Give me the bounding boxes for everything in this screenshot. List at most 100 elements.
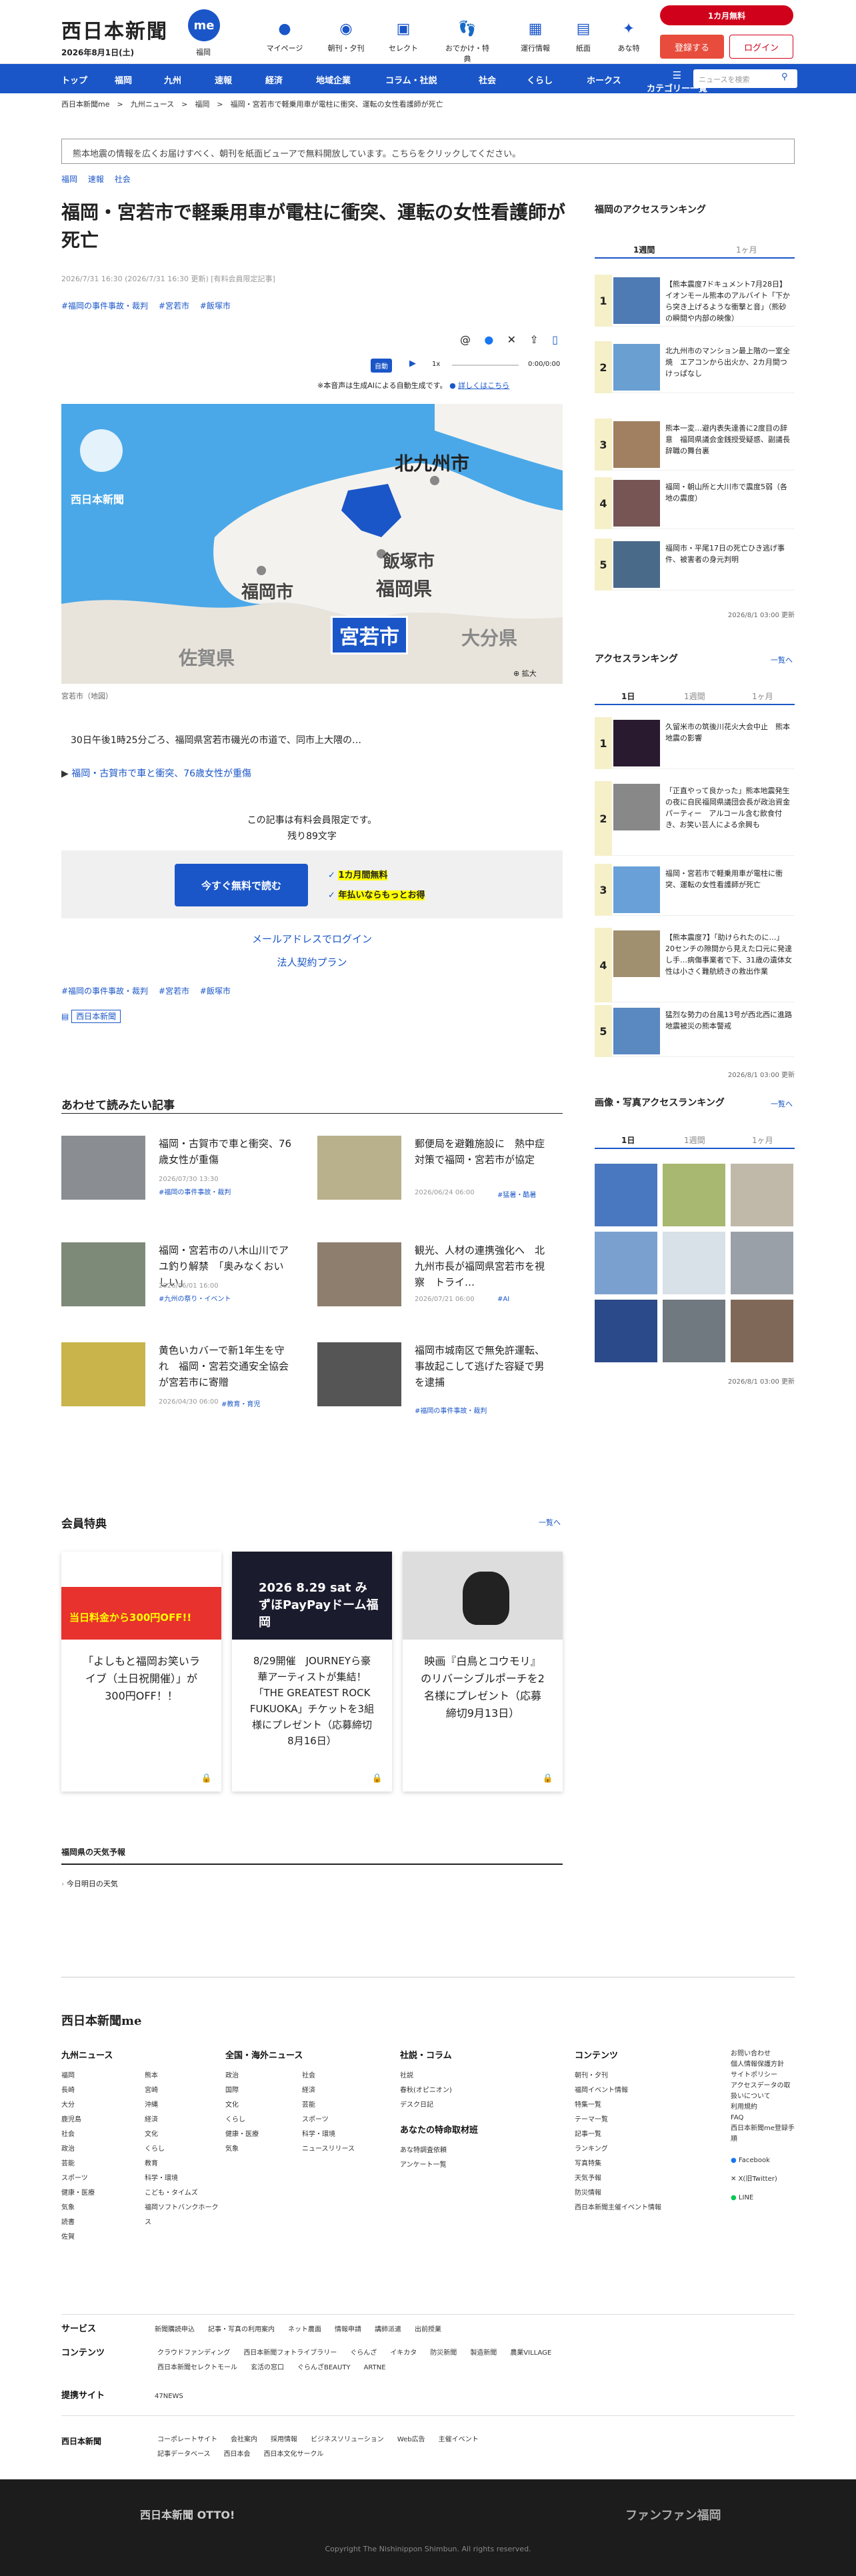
register-button[interactable]: 登録する xyxy=(660,35,724,59)
tab-day[interactable]: 1日 xyxy=(621,690,635,702)
hashtag[interactable]: #福岡の事件事故・裁判 xyxy=(61,301,148,311)
audio-details-link[interactable]: 詳しくはこちら xyxy=(458,381,509,390)
ranking-more-link[interactable]: 一覧へ xyxy=(771,654,793,665)
tab-month[interactable]: 1ヶ月 xyxy=(752,1134,773,1146)
ranking-item[interactable]: 3 福岡・宮若市で軽乗用車が電柱に衝突、運転の女性看護師が死亡 xyxy=(595,864,795,916)
speed[interactable]: 1x xyxy=(432,361,440,368)
footer-link[interactable]: Web広告 xyxy=(397,2433,425,2447)
footer-link[interactable]: こども・タイムズ xyxy=(145,2186,221,2201)
ranking-item[interactable]: 5 福岡市・平尾17日の死亡ひき逃げ事件、被害者の身元判明 xyxy=(595,539,795,591)
recommend-card[interactable]: 郵便局を避難施設に 熱中症対策で福岡・宮若市が協定 2026/06/24 06:0… xyxy=(317,1136,545,1200)
footer-link[interactable]: 健康・医療 xyxy=(225,2127,295,2142)
nav-item-top[interactable]: トップ xyxy=(61,73,87,86)
hashtag[interactable]: #飯塚市 xyxy=(200,301,231,311)
footer-link[interactable]: 製造新聞 xyxy=(470,2346,497,2361)
email-login-link[interactable]: メールアドレスでログイン xyxy=(61,932,563,946)
photo-thumb[interactable] xyxy=(663,1164,725,1226)
footer-link[interactable]: スポーツ xyxy=(302,2113,372,2127)
footer-link[interactable]: 防災新聞 xyxy=(430,2346,457,2361)
footer-link[interactable]: 主催イベント xyxy=(439,2433,479,2447)
footer-link[interactable]: 科学・環境 xyxy=(145,2171,221,2186)
footer-link[interactable]: ネット農面 xyxy=(288,2323,321,2337)
footer-link[interactable]: 西日本新聞フォトライブラリー xyxy=(243,2346,337,2361)
photo-more-link[interactable]: 一覧へ xyxy=(771,1098,793,1109)
footer-link[interactable]: 政治 xyxy=(61,2142,138,2157)
footer-link[interactable]: 沖縄 xyxy=(145,2098,221,2113)
footer-link[interactable]: 朝刊・夕刊 xyxy=(575,2069,708,2083)
footer-link[interactable]: 情報申請 xyxy=(335,2323,361,2337)
footer-link[interactable]: 福岡 xyxy=(61,2069,138,2083)
footer-link[interactable]: 特集一覧 xyxy=(575,2098,708,2113)
footer-link[interactable]: ぐらんざ xyxy=(350,2346,377,2361)
footer-link[interactable]: 個人情報保護方針 xyxy=(731,2059,795,2070)
tab-week[interactable]: 1週間 xyxy=(633,244,655,255)
select-link[interactable]: ▣ セレクト xyxy=(380,17,427,53)
corporate-plan-link[interactable]: 法人契約プラン xyxy=(61,955,563,969)
photo-thumb[interactable] xyxy=(731,1232,793,1294)
footer-link[interactable]: 記事一覧 xyxy=(575,2127,708,2142)
footer-link[interactable]: くらし xyxy=(145,2142,221,2157)
footer-link[interactable]: クラウドファンディング xyxy=(157,2346,230,2361)
benefit-card[interactable]: 当日料金から300円OFF!! 「よしもと福岡お笑いライブ（土日祝開催）」が300… xyxy=(61,1552,221,1792)
footer-link[interactable]: ランキング xyxy=(575,2142,708,2157)
footer-link[interactable]: スポーツ xyxy=(61,2171,138,2186)
footer-link[interactable]: 西日本会 xyxy=(224,2447,251,2462)
footer-link[interactable]: 芸能 xyxy=(61,2157,138,2171)
footer-link[interactable]: 西日本新聞主催イベント情報 xyxy=(575,2201,708,2215)
footer-link[interactable]: くらし xyxy=(225,2113,295,2127)
line-link[interactable]: ● LINE xyxy=(731,2189,795,2207)
footer-link[interactable]: 科学・環境 xyxy=(302,2127,372,2142)
transit-link[interactable]: ▦ 運行情報 xyxy=(512,17,559,53)
ranking-item[interactable]: 2 「正直やって良かった」熊本地震発生の夜に自民福岡県議団会長が政治資金パーティー… xyxy=(595,781,795,856)
mypage-link[interactable]: ● マイページ xyxy=(261,17,308,53)
progress-bar[interactable] xyxy=(452,365,519,366)
footer-link[interactable]: 佐賀 xyxy=(61,2230,138,2245)
footer-link[interactable]: 記事データベース xyxy=(157,2447,211,2462)
footer-link[interactable]: サイトポリシー xyxy=(731,2070,795,2081)
footer-link[interactable]: 社会 xyxy=(302,2069,372,2083)
facebook-link[interactable]: ● Facebook xyxy=(731,2151,795,2170)
paper-link[interactable]: ▤ 紙面 xyxy=(560,17,607,53)
footer-link[interactable]: 長崎 xyxy=(61,2083,138,2098)
footer-link[interactable]: 宮崎 xyxy=(145,2083,221,2098)
bookmark-icon[interactable]: ▯ xyxy=(552,333,558,346)
nav-item-life[interactable]: くらし xyxy=(527,73,553,86)
footer-link[interactable]: 天気予報 xyxy=(575,2171,708,2186)
nav-item-economy[interactable]: 経済 xyxy=(265,73,283,86)
footer-link[interactable]: 出前授業 xyxy=(415,2323,441,2337)
recommend-card[interactable]: 観光、人材の連携強化へ 北九州市長が福岡県宮若市を視察 トライ… 2026/07/… xyxy=(317,1242,545,1306)
ranking-item[interactable]: 1 【熊本震度7ドキュメント7月28日】イオンモール熊本のアルバイト「下から突き上… xyxy=(595,275,795,327)
footer-link[interactable]: 記事・写真の利用案内 xyxy=(208,2323,275,2337)
footer-link[interactable]: 文化 xyxy=(145,2127,221,2142)
audio-mode[interactable]: 自動 xyxy=(371,359,392,373)
tag-breaking[interactable]: 速報 xyxy=(88,175,104,184)
promo-banner[interactable]: 熊本地震の情報を広くお届けすべく、朝刊を紙面ビューアで無料開放しています。こちら… xyxy=(61,139,795,164)
photo-thumb[interactable] xyxy=(731,1300,793,1362)
share-icon[interactable]: ⇪ xyxy=(529,333,538,346)
tab-day[interactable]: 1日 xyxy=(621,1134,635,1146)
ranking-item[interactable]: 3 熊本一変…避内表失達善に2度目の辞意 福岡県議会金銭授受疑惑、副議長辞職の舞台… xyxy=(595,419,795,471)
hashtag[interactable]: #宮若市 xyxy=(159,986,189,996)
partner-link[interactable]: 47NEWS xyxy=(155,2393,183,2400)
footer-link[interactable]: 社説 xyxy=(400,2069,547,2083)
footer-link[interactable]: ぐらんざBEAUTY xyxy=(297,2361,351,2375)
photo-thumb[interactable] xyxy=(731,1164,793,1226)
footer-link[interactable]: 採用情報 xyxy=(271,2433,297,2447)
tag-fukuoka[interactable]: 福岡 xyxy=(61,175,77,184)
footer-link[interactable]: ビジネスソリューション xyxy=(311,2433,384,2447)
footer-link[interactable]: 教育 xyxy=(145,2157,221,2171)
otto-logo[interactable]: 西日本新聞 OTTO! xyxy=(140,2506,235,2522)
recommend-card[interactable]: 福岡・古賀市で車と衝突、76歳女性が重傷 2026/07/30 13:30 #福岡の… xyxy=(61,1136,291,1200)
footer-link[interactable]: イキカタ xyxy=(390,2346,417,2361)
tab-month[interactable]: 1ヶ月 xyxy=(736,244,757,255)
footer-link[interactable]: 気象 xyxy=(225,2142,295,2157)
play-icon[interactable]: ▶ xyxy=(409,359,416,369)
footer-logo[interactable]: 西日本新聞me xyxy=(61,2011,142,2029)
footer-link[interactable]: FAQ xyxy=(731,2113,795,2123)
photo-thumb[interactable] xyxy=(595,1232,657,1294)
footer-link[interactable]: 読書 xyxy=(61,2215,138,2230)
footer-link[interactable]: 西日本新聞セレクトモール xyxy=(157,2361,237,2375)
footer-link[interactable]: 政治 xyxy=(225,2069,295,2083)
nav-item-column[interactable]: コラム・社説 xyxy=(385,73,437,86)
nav-item-fukuoka[interactable]: 福岡 xyxy=(115,73,132,86)
